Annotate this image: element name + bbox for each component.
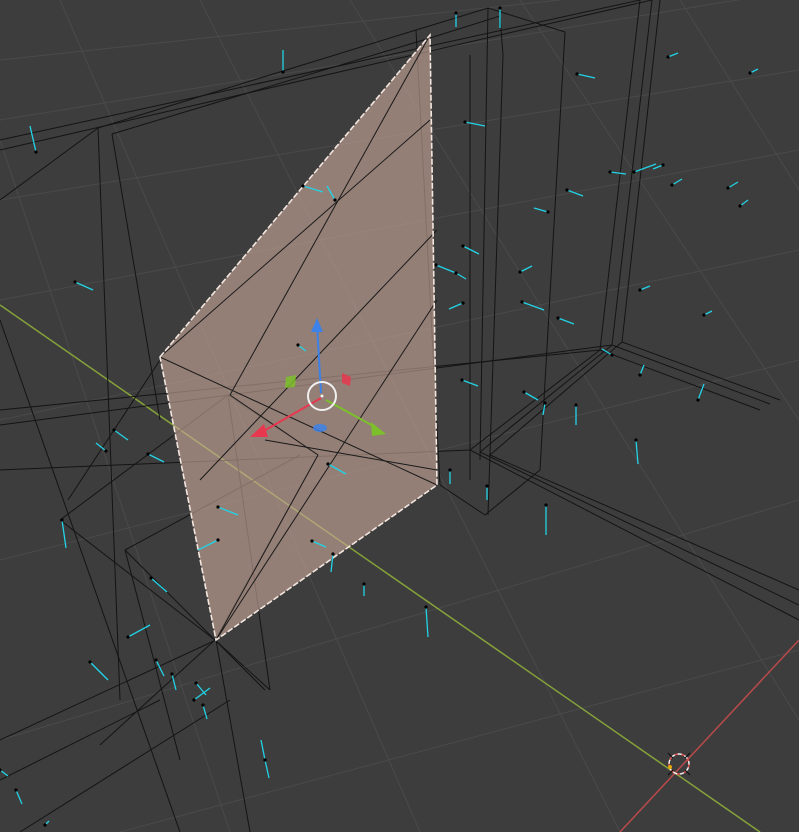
face-center-dot xyxy=(498,6,502,10)
face-center-dot xyxy=(702,313,706,317)
face-center-dot xyxy=(126,635,130,639)
face-center-dot xyxy=(326,462,330,466)
face-center-dot xyxy=(461,244,465,248)
gizmo-plane-xz-handle[interactable] xyxy=(285,375,296,388)
face-center-dot xyxy=(333,198,337,202)
face-center-dot xyxy=(565,188,569,192)
gizmo-center-dot xyxy=(320,394,324,398)
face-center-dot xyxy=(574,403,578,407)
face-center-dot xyxy=(632,170,636,174)
face-center-dot xyxy=(194,681,198,685)
face-center-dot xyxy=(638,373,642,377)
face-center-dot xyxy=(60,518,64,522)
face-center-dot xyxy=(543,401,547,405)
face-center-dot xyxy=(738,204,742,208)
face-center-dot xyxy=(460,378,464,382)
face-center-dot xyxy=(301,184,305,188)
face-center-dot xyxy=(544,503,548,507)
face-center-dot xyxy=(331,552,335,556)
face-center-dot xyxy=(104,449,108,453)
face-center-dot xyxy=(201,703,205,707)
face-center-dot xyxy=(281,70,285,74)
face-center-dot xyxy=(608,170,612,174)
face-center-dot xyxy=(520,300,524,304)
face-center-dot xyxy=(14,788,18,792)
face-center-dot xyxy=(454,11,458,15)
face-center-dot xyxy=(362,582,366,586)
face-center-dot xyxy=(638,288,642,292)
face-center-dot xyxy=(43,823,47,827)
face-center-dot xyxy=(216,505,220,509)
face-center-dot xyxy=(726,186,730,190)
face-center-dot xyxy=(424,605,428,609)
gizmo-plane-xy-handle[interactable] xyxy=(313,424,327,432)
face-center-dot xyxy=(434,263,438,267)
face-center-dot xyxy=(670,183,674,187)
face-center-dot xyxy=(634,438,638,442)
viewport-canvas[interactable] xyxy=(0,0,799,832)
face-center-dot xyxy=(216,538,220,542)
face-center-dot xyxy=(88,660,92,664)
face-center-dot xyxy=(546,210,550,214)
face-center-dot xyxy=(112,428,116,432)
face-center-dot xyxy=(666,55,670,59)
face-center-dot xyxy=(575,72,579,76)
face-center-dot xyxy=(170,672,174,676)
face-center-dot xyxy=(696,398,700,402)
face-center-dot xyxy=(146,452,150,456)
face-center-dot xyxy=(556,316,560,320)
face-center-dot xyxy=(463,120,467,124)
face-center-dot xyxy=(748,71,752,75)
face-center-dot xyxy=(34,150,38,154)
face-center-dot xyxy=(522,390,526,394)
face-center-dot xyxy=(485,484,489,488)
face-center-dot xyxy=(661,163,665,167)
face-center-dot xyxy=(518,270,522,274)
3d-viewport[interactable]: edit-mode-wireframe xyxy=(0,0,799,832)
face-center-dot xyxy=(154,658,158,662)
face-center-dot xyxy=(263,758,267,762)
face-center-dot xyxy=(610,353,614,357)
face-center-dot xyxy=(73,280,77,284)
face-center-dot xyxy=(296,343,300,347)
face-center-dot xyxy=(192,698,196,702)
face-center-dot xyxy=(149,576,153,580)
face-center-dot xyxy=(454,271,458,275)
face-center-dot xyxy=(461,301,465,305)
face-center-dot xyxy=(448,468,452,472)
face-center-dot xyxy=(310,539,314,543)
